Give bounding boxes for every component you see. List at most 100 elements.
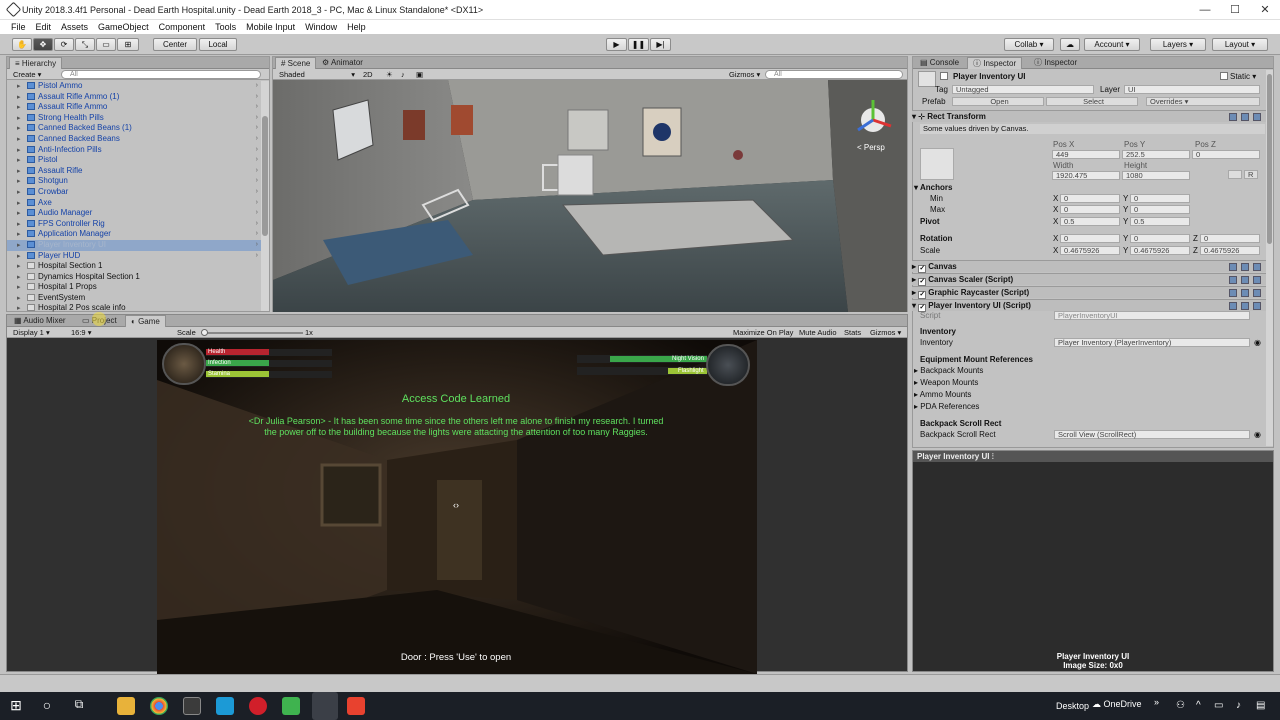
- hierarchy-item[interactable]: ▸ Assault Rifle Ammo (1) ›: [7, 92, 262, 103]
- hierarchy-item[interactable]: ▸ FPS Controller Rig ›: [7, 219, 262, 230]
- object-name-field[interactable]: Player Inventory UI: [953, 72, 1025, 81]
- object-picker-icon[interactable]: ◉: [1254, 430, 1261, 439]
- hierarchy-search-input[interactable]: All: [61, 70, 261, 79]
- ammo-mounts-foldout[interactable]: ▸ Ammo Mounts: [914, 390, 971, 399]
- static-toggle[interactable]: Static ▾: [1220, 72, 1256, 81]
- preset-icon[interactable]: [1241, 263, 1249, 271]
- rect-tool-button[interactable]: ▭: [96, 38, 116, 51]
- hierarchy-item[interactable]: ▸ Hospital 1 Props: [7, 282, 262, 293]
- pos-z-field[interactable]: 0: [1192, 150, 1260, 159]
- hierarchy-item[interactable]: ▸ Player HUD ›: [7, 251, 262, 262]
- battery-icon[interactable]: ▭: [1214, 700, 1223, 711]
- help-icon[interactable]: [1229, 113, 1237, 121]
- menu-edit[interactable]: Edit: [36, 22, 52, 32]
- pos-x-field[interactable]: 449: [1052, 150, 1120, 159]
- hierarchy-item[interactable]: ▸ Audio Manager ›: [7, 208, 262, 219]
- maximize-on-play-toggle[interactable]: Maximize On Play: [733, 327, 793, 338]
- account-dropdown[interactable]: Account ▾: [1084, 38, 1140, 51]
- gear-icon[interactable]: [1253, 263, 1261, 271]
- layer-dropdown[interactable]: UI: [1124, 85, 1260, 94]
- help-icon[interactable]: [1229, 276, 1237, 284]
- search-icon[interactable]: ○: [38, 697, 56, 715]
- game-gizmos-dropdown[interactable]: Gizmos ▾: [870, 327, 901, 338]
- menu-mobile-input[interactable]: Mobile Input: [246, 22, 295, 32]
- scene-gizmos-dropdown[interactable]: Gizmos ▾: [729, 69, 760, 80]
- menu-file[interactable]: File: [11, 22, 26, 32]
- gear-icon[interactable]: [1253, 113, 1261, 121]
- blueprint-mode-button[interactable]: [1228, 170, 1242, 179]
- prefab-chevron-icon[interactable]: ›: [256, 187, 258, 198]
- hierarchy-item[interactable]: ▸ Assault Rifle Ammo ›: [7, 102, 262, 113]
- tab-console[interactable]: ▤ Console: [915, 57, 964, 69]
- tab-audio-mixer[interactable]: ▦ Audio Mixer: [9, 315, 71, 327]
- audio-toggle-icon[interactable]: ♪: [401, 69, 405, 80]
- inventory-field[interactable]: Player Inventory (PlayerInventory): [1054, 338, 1250, 347]
- tab-hierarchy[interactable]: ≡ Hierarchy: [9, 57, 63, 69]
- hierarchy-item[interactable]: ▸ Dynamics Hospital Section 1: [7, 272, 262, 283]
- object-picker-icon[interactable]: ◉: [1254, 338, 1261, 347]
- gear-icon[interactable]: [1253, 289, 1261, 297]
- prefab-chevron-icon[interactable]: ›: [256, 166, 258, 177]
- raw-edit-button[interactable]: R: [1244, 170, 1258, 179]
- prefab-chevron-icon[interactable]: ›: [256, 123, 258, 134]
- hierarchy-item[interactable]: ▸ Assault Rifle ›: [7, 166, 262, 177]
- rotation-x-field[interactable]: 0: [1060, 234, 1120, 243]
- scale-tool-button[interactable]: ⤡: [75, 38, 95, 51]
- hierarchy-item[interactable]: ▸ Axe ›: [7, 198, 262, 209]
- height-field[interactable]: 1080: [1122, 171, 1190, 180]
- tab-animator[interactable]: ⚙ Animator: [317, 57, 368, 69]
- prefab-chevron-icon[interactable]: ›: [256, 240, 258, 251]
- anchor-presets-button[interactable]: [920, 148, 954, 180]
- pos-y-field[interactable]: 252.5: [1122, 150, 1190, 159]
- preset-icon[interactable]: [1241, 276, 1249, 284]
- layers-dropdown[interactable]: Layers ▾: [1150, 38, 1206, 51]
- unity-editor-icon[interactable]: [312, 692, 338, 720]
- hierarchy-item[interactable]: ▸ Crowbar ›: [7, 187, 262, 198]
- volume-icon[interactable]: ♪: [1236, 700, 1241, 711]
- hierarchy-item[interactable]: ▸ Canned Backed Beans ›: [7, 134, 262, 145]
- cloud-button[interactable]: ☁: [1060, 38, 1080, 51]
- anchor-min-y-field[interactable]: 0: [1130, 194, 1190, 203]
- preset-icon[interactable]: [1241, 113, 1249, 121]
- scale-z-field[interactable]: 0.4675926: [1200, 246, 1260, 255]
- prefab-chevron-icon[interactable]: ›: [256, 102, 258, 113]
- prefab-chevron-icon[interactable]: ›: [256, 145, 258, 156]
- gear-icon[interactable]: [1253, 302, 1261, 310]
- tab-game[interactable]: ◐ Game: [125, 315, 166, 327]
- hand-tool-button[interactable]: ✋: [12, 38, 32, 51]
- anchor-max-y-field[interactable]: 0: [1130, 205, 1190, 214]
- gear-icon[interactable]: [1253, 276, 1261, 284]
- hierarchy-item[interactable]: ▸ Anti-Infection Pills ›: [7, 145, 262, 156]
- menu-assets[interactable]: Assets: [61, 22, 88, 32]
- inspector-scrollbar[interactable]: [1266, 70, 1273, 446]
- store-icon[interactable]: [216, 697, 234, 715]
- lighting-toggle-icon[interactable]: ☀: [386, 69, 393, 80]
- prefab-chevron-icon[interactable]: ›: [256, 176, 258, 187]
- stats-toggle[interactable]: Stats: [844, 327, 861, 338]
- component-player-inventory-ui[interactable]: ▾ ✓ Player Inventory UI (Script): [912, 299, 1267, 312]
- hierarchy-item[interactable]: ▸ Canned Backed Beans (1) ›: [7, 123, 262, 134]
- menu-help[interactable]: Help: [347, 22, 366, 32]
- create-dropdown[interactable]: Create ▾: [13, 69, 41, 80]
- scroll-rect-field[interactable]: Scroll View (ScrollRect): [1054, 430, 1250, 439]
- collab-dropdown[interactable]: Collab ▾: [1004, 38, 1054, 51]
- layout-dropdown[interactable]: Layout ▾: [1212, 38, 1268, 51]
- prefab-chevron-icon[interactable]: ›: [256, 251, 258, 262]
- component-graphic-raycaster[interactable]: ▸ ✓ Graphic Raycaster (Script): [912, 286, 1267, 299]
- hierarchy-item[interactable]: ▸ Hospital 2 Pos scale info: [7, 303, 262, 314]
- scene-viewport[interactable]: < Persp: [273, 80, 907, 312]
- mute-audio-toggle[interactable]: Mute Audio: [799, 327, 837, 338]
- hierarchy-item[interactable]: ▸ Hospital Section 1: [7, 261, 262, 272]
- active-checkbox[interactable]: [940, 72, 950, 81]
- prefab-chevron-icon[interactable]: ›: [256, 219, 258, 230]
- chrome-icon[interactable]: [150, 697, 168, 715]
- opera-icon[interactable]: [249, 697, 267, 715]
- pivot-local-button[interactable]: Local: [199, 38, 237, 51]
- prefab-chevron-icon[interactable]: ›: [256, 208, 258, 219]
- play-button[interactable]: ▶: [606, 38, 627, 51]
- width-field[interactable]: 1920.475: [1052, 171, 1120, 180]
- help-icon[interactable]: [1229, 289, 1237, 297]
- pivot-center-button[interactable]: Center: [153, 38, 197, 51]
- rotate-tool-button[interactable]: ⟳: [54, 38, 74, 51]
- desktop-toolbar[interactable]: Desktop: [1056, 701, 1089, 711]
